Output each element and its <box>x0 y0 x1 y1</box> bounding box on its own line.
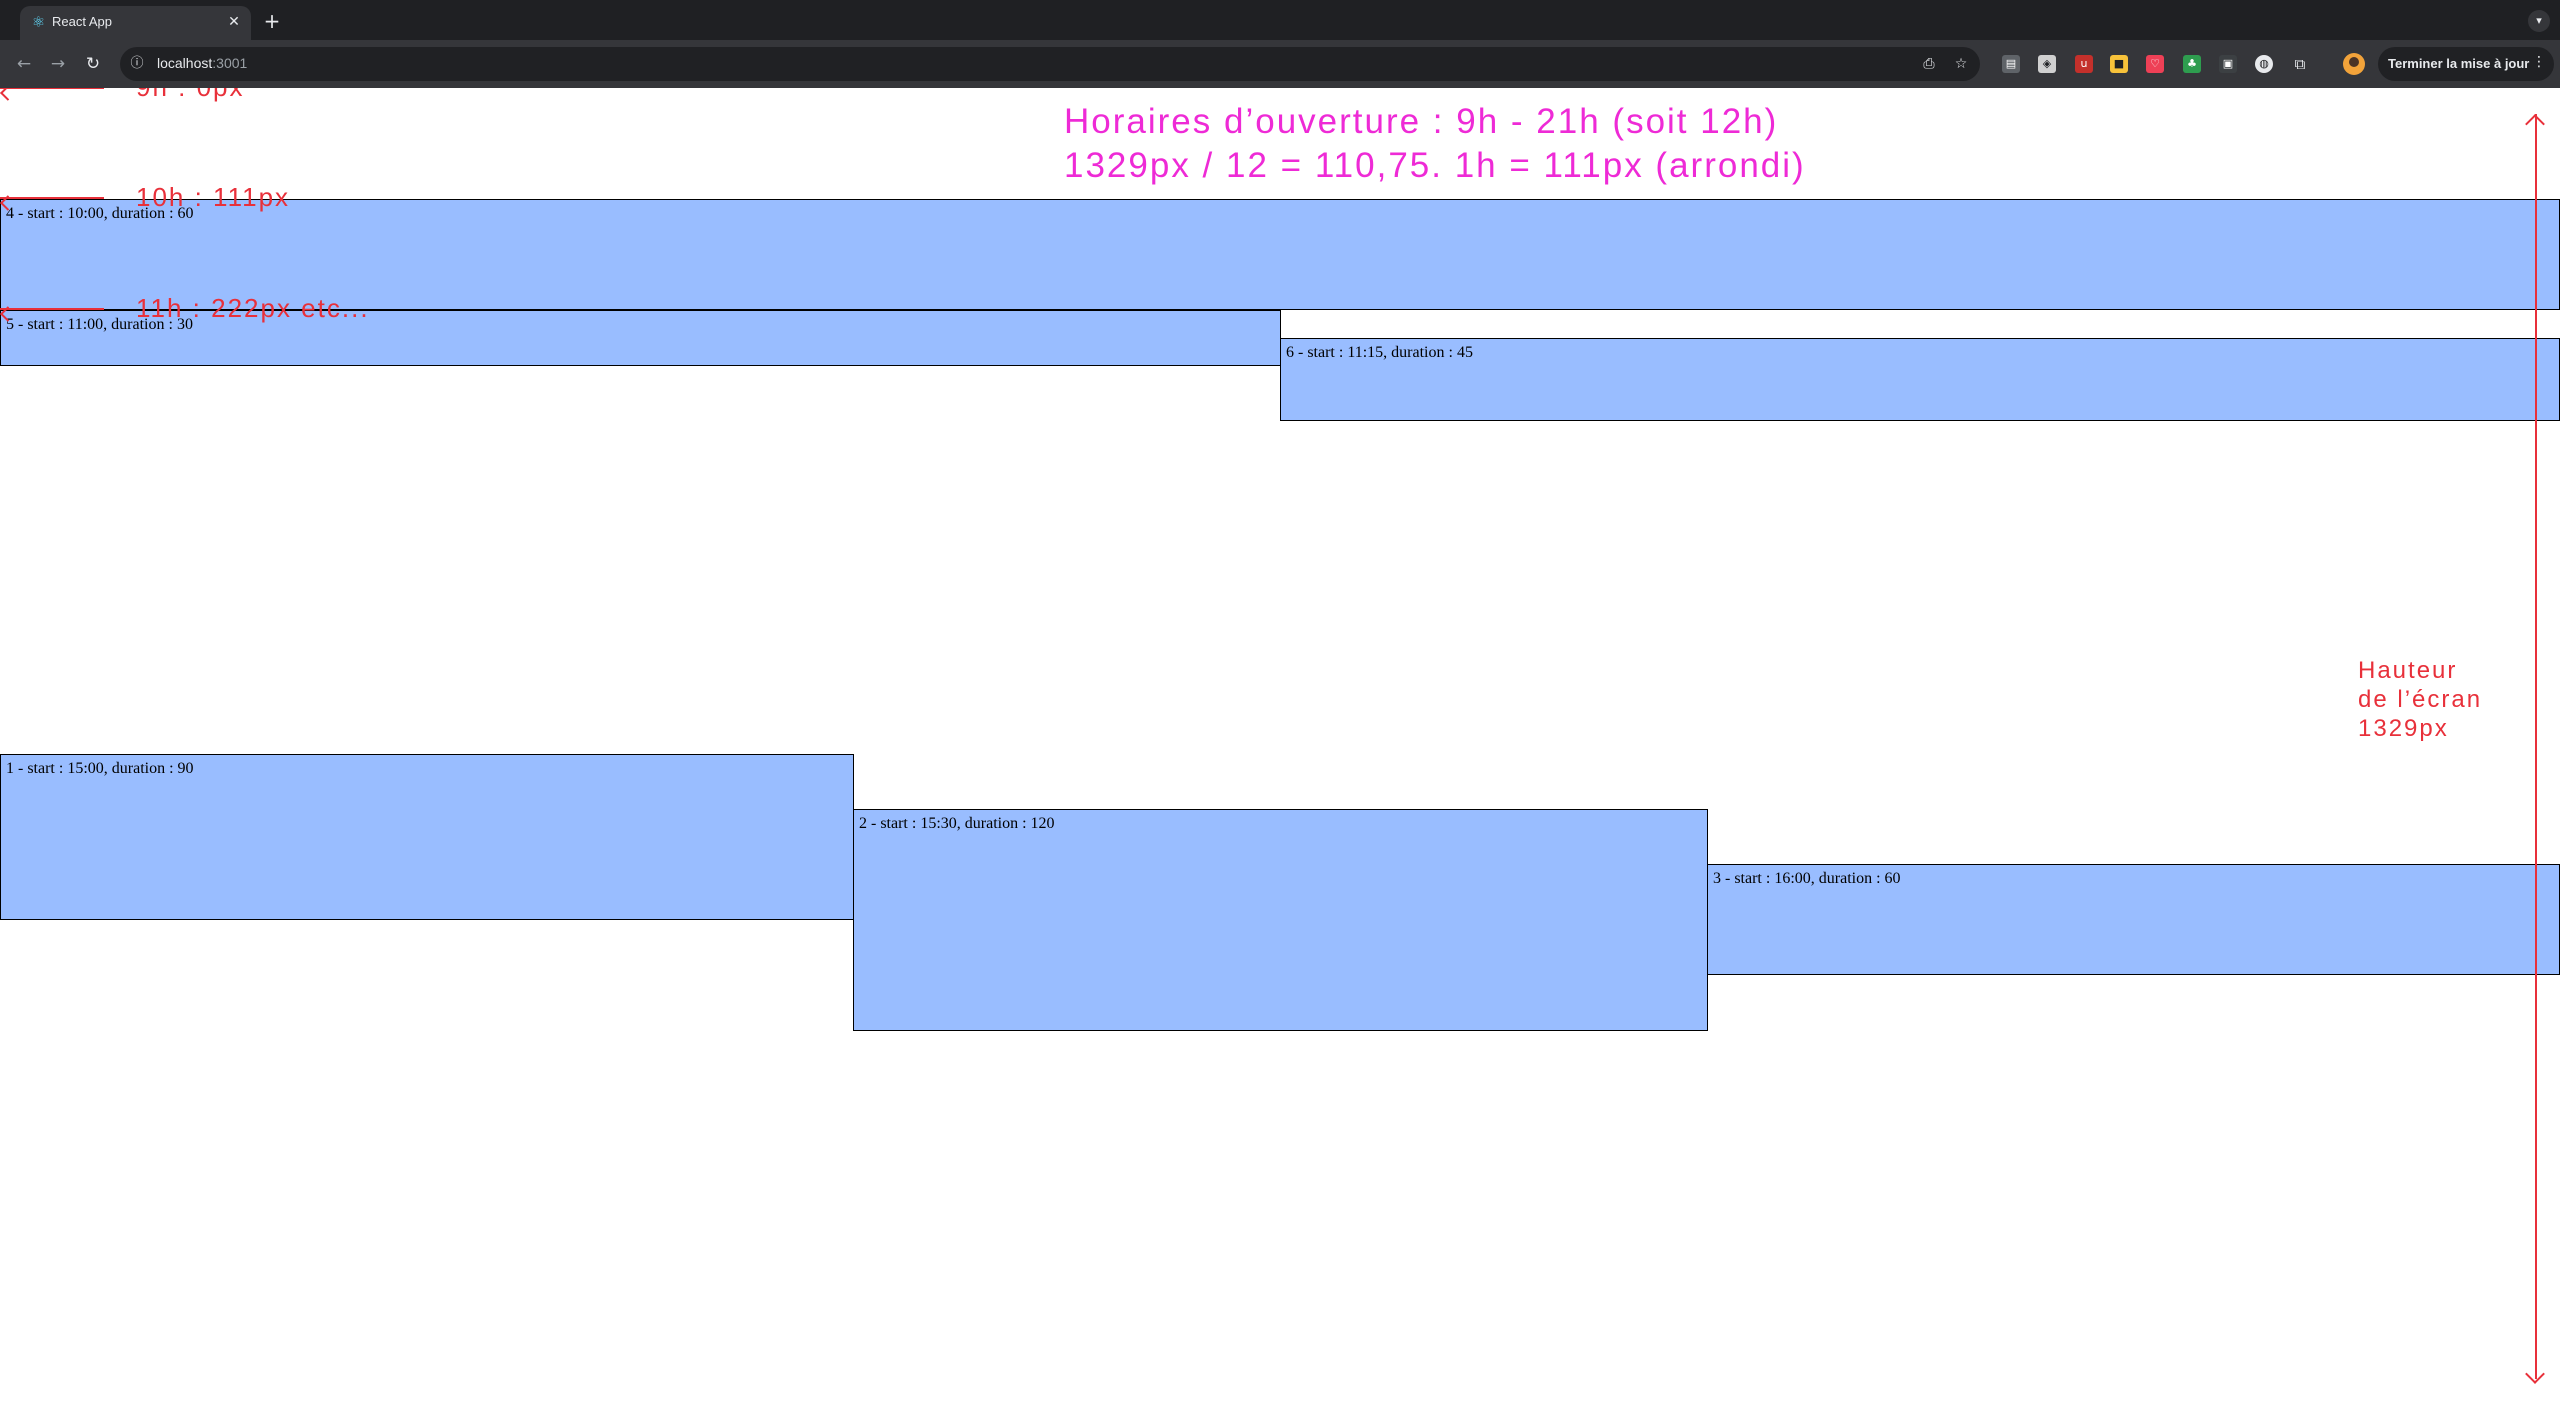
event-label: 1 - start : 15:00, duration : 90 <box>6 760 194 777</box>
tab-title: React App <box>52 14 112 29</box>
arrow-up-icon <box>2525 114 2545 134</box>
hour-annotation-9h: 9h : 0px <box>136 88 245 103</box>
hour-annotation-11h: 11h : 222px etc... <box>136 293 370 323</box>
ublock-icon[interactable]: u <box>2075 55 2093 73</box>
url-text[interactable]: localhost:3001 <box>157 55 247 71</box>
hour-arrow-10h <box>0 197 104 199</box>
site-info-icon[interactable]: ⓘ <box>128 55 146 73</box>
green-extension-icon[interactable]: ♣ <box>2183 55 2201 73</box>
reload-icon[interactable]: ↻ <box>81 52 105 76</box>
opening-hours-annotation: Horaires d’ouverture : 9h - 21h (soit 12… <box>1064 102 1779 141</box>
page-viewport: 4 - start : 10:00, duration : 60 5 - sta… <box>0 88 2560 1417</box>
close-icon[interactable]: ✕ <box>225 13 243 31</box>
globe-extension-icon[interactable]: ◍ <box>2255 55 2273 73</box>
screen-height-line <box>2535 114 2537 1379</box>
event-label: 6 - start : 11:15, duration : 45 <box>1286 344 1473 361</box>
url-host: localhost <box>157 55 213 71</box>
address-bar[interactable]: ⓘ localhost:3001 ⎙ ☆ <box>120 47 1980 81</box>
extensions-puzzle-icon[interactable]: ⧉ <box>2291 55 2309 73</box>
tab-react-app[interactable]: ⚛ React App ✕ <box>20 6 251 40</box>
tab-search-icon[interactable]: ▤ <box>2002 55 2020 73</box>
yellow-extension-icon[interactable]: ■ <box>2110 55 2128 73</box>
more-vert-icon[interactable]: ⋮ <box>2532 54 2546 70</box>
hour-arrow-9h <box>0 88 104 89</box>
avatar[interactable] <box>2343 53 2365 75</box>
arrow-down-icon <box>2525 1364 2545 1384</box>
back-arrow-icon[interactable]: ← <box>12 52 36 76</box>
bitwarden-icon[interactable]: ◈ <box>2038 55 2056 73</box>
event-block-3: 3 - start : 16:00, duration : 60 <box>1707 864 2560 975</box>
pocket-icon[interactable]: ♡ <box>2146 55 2164 73</box>
hour-annotation-10h: 10h : 111px <box>136 182 291 212</box>
event-block-4: 4 - start : 10:00, duration : 60 <box>0 199 2560 310</box>
image-extension-icon[interactable]: ▣ <box>2219 55 2237 73</box>
screen-height-label-3: 1329px <box>2358 715 2449 742</box>
url-port: :3001 <box>212 55 248 71</box>
forward-arrow-icon[interactable]: → <box>46 52 70 76</box>
install-app-icon[interactable]: ⎙ <box>1920 55 1938 73</box>
update-button[interactable]: Terminer la mise à jour ⋮ <box>2378 47 2554 81</box>
event-block-2: 2 - start : 15:30, duration : 120 <box>853 809 1708 1031</box>
screen-height-label-1: Hauteur <box>2358 657 2458 684</box>
hour-arrow-11h <box>0 308 104 310</box>
screen-height-label-2: de l’écran <box>2358 686 2483 713</box>
event-block-1: 1 - start : 15:00, duration : 90 <box>0 754 854 920</box>
plus-icon[interactable]: + <box>261 10 283 32</box>
event-label: 2 - start : 15:30, duration : 120 <box>859 815 1055 832</box>
bookmark-star-icon[interactable]: ☆ <box>1952 55 1970 73</box>
hour-height-annotation: 1329px / 12 = 110,75. 1h = 111px (arrond… <box>1064 146 1806 185</box>
react-icon: ⚛ <box>31 13 46 31</box>
tab-strip: ⚛ React App ✕ + ▾ <box>0 0 2560 40</box>
update-button-label: Terminer la mise à jour <box>2388 56 2530 71</box>
chevron-down-icon[interactable]: ▾ <box>2528 10 2550 32</box>
browser-toolbar: ← → ↻ ⓘ localhost:3001 ⎙ ☆ ▤ ◈ u ■ ♡ ♣ ▣… <box>0 40 2560 88</box>
event-label: 3 - start : 16:00, duration : 60 <box>1713 870 1901 887</box>
event-block-6: 6 - start : 11:15, duration : 45 <box>1280 338 2560 421</box>
browser-chrome: ⚛ React App ✕ + ▾ ← → ↻ ⓘ localhost:3001… <box>0 0 2560 88</box>
